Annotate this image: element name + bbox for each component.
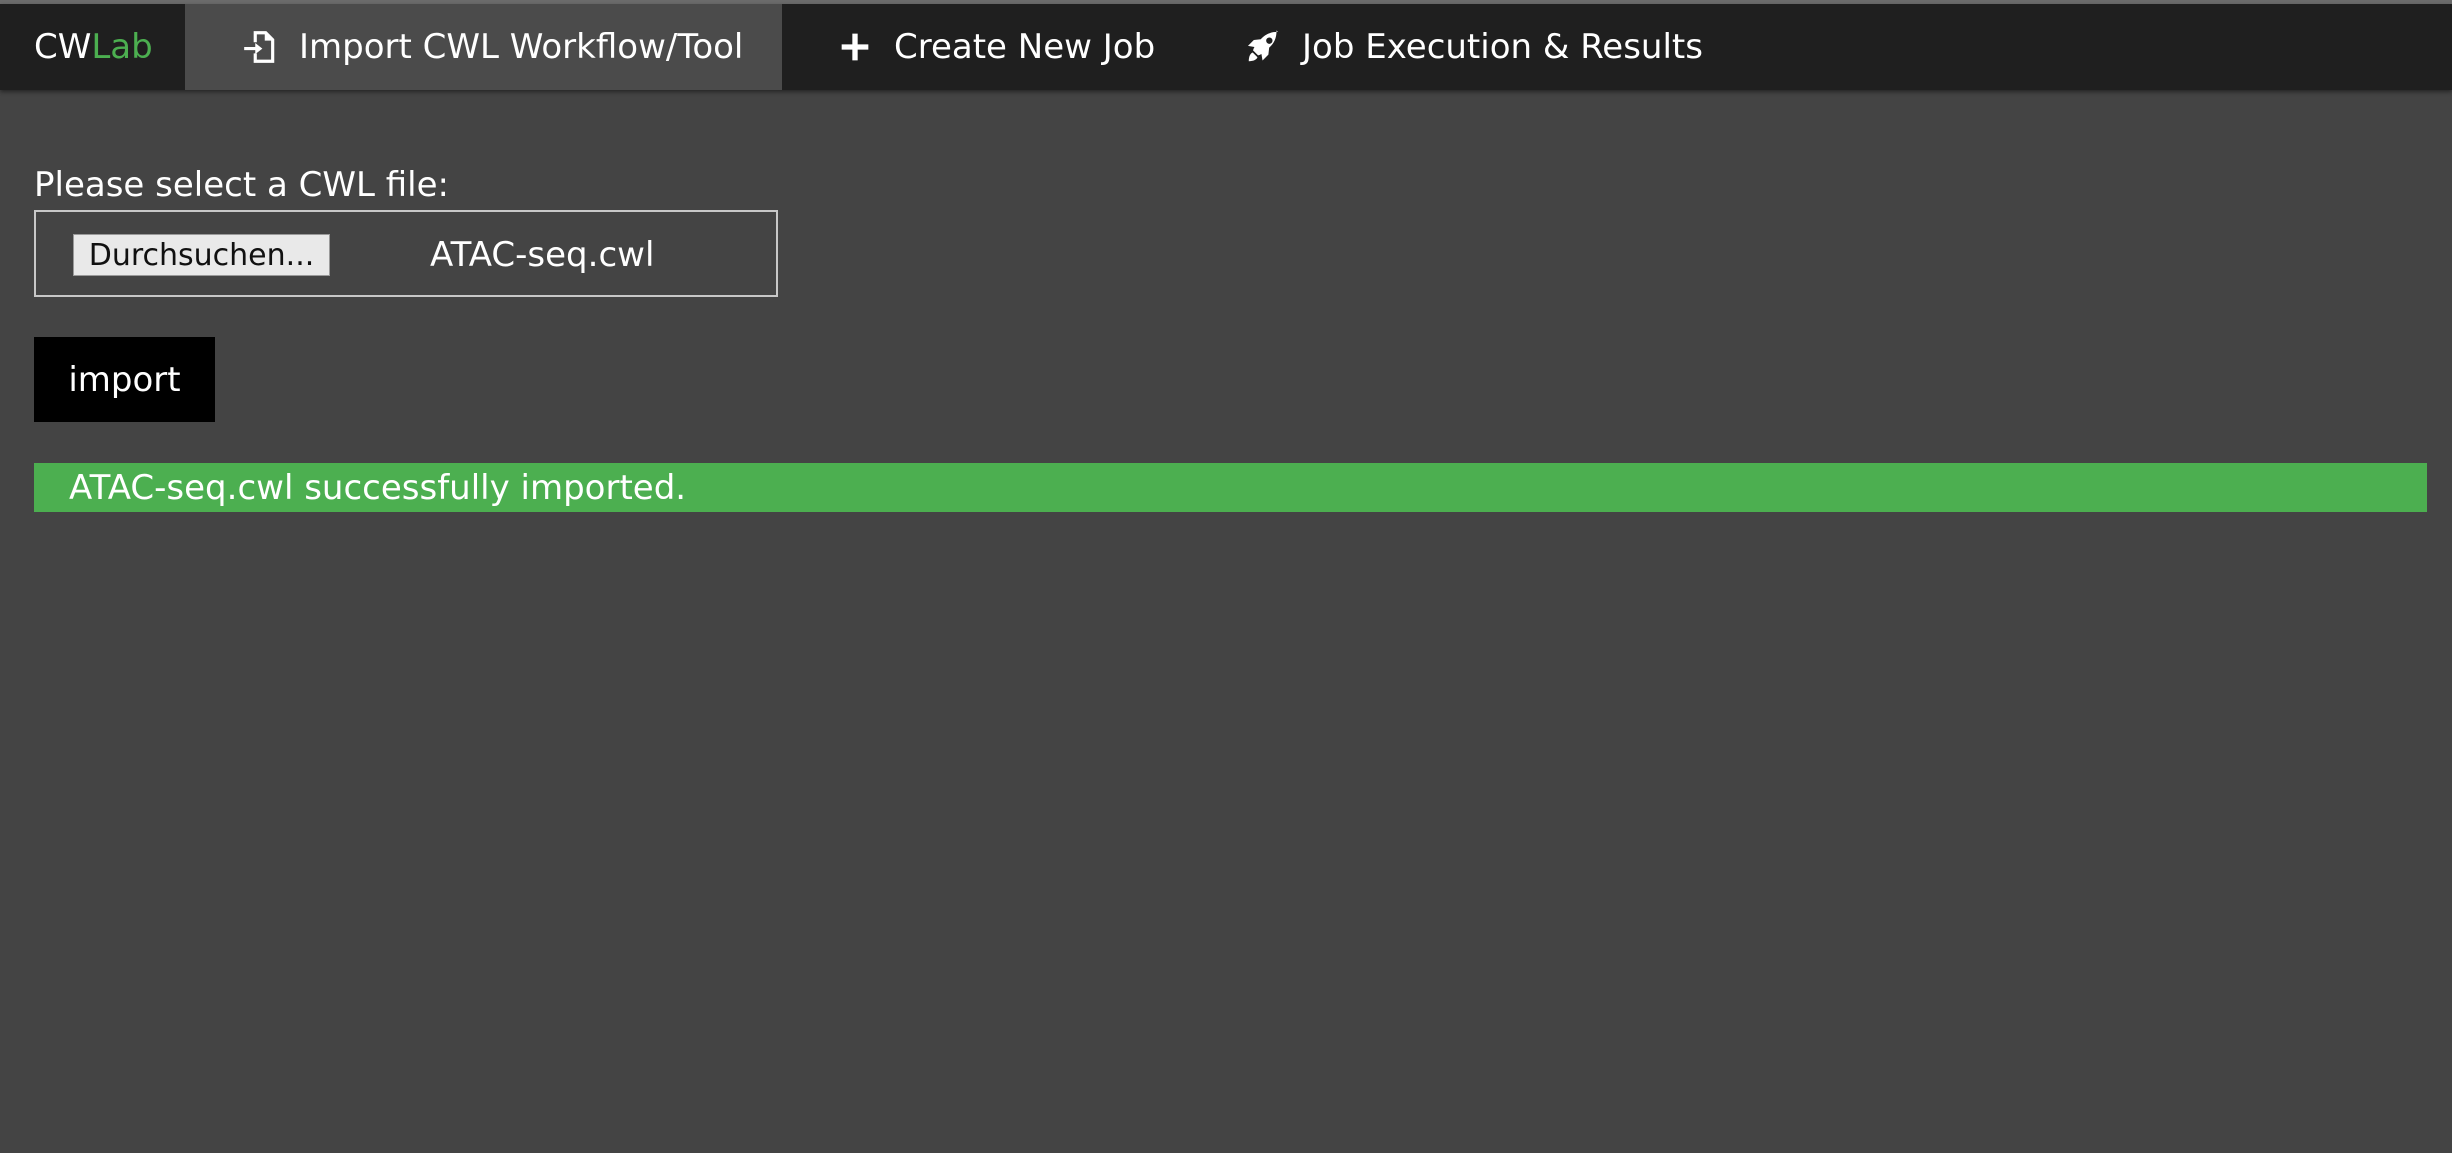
selected-file-name: ATAC-seq.cwl bbox=[430, 235, 655, 275]
tab-jobs-label: Job Execution & Results bbox=[1302, 27, 1703, 67]
top-navbar: CW Lab Import CWL Workflow/Tool Create Ne… bbox=[0, 4, 2452, 90]
tab-import-label: Import CWL Workflow/Tool bbox=[299, 27, 744, 67]
tab-create-job[interactable]: Create New Job bbox=[836, 4, 1155, 90]
tab-create-label: Create New Job bbox=[894, 27, 1156, 67]
browse-button[interactable]: Durchsuchen... bbox=[73, 234, 330, 276]
import-button[interactable]: import bbox=[34, 337, 215, 422]
brand-logo[interactable]: CW Lab bbox=[34, 4, 153, 90]
tab-job-execution[interactable]: Job Execution & Results bbox=[1244, 4, 1703, 90]
brand-prefix: CW bbox=[34, 27, 92, 67]
brand-suffix: Lab bbox=[91, 27, 153, 67]
rocket-icon bbox=[1244, 28, 1282, 66]
plus-icon bbox=[836, 28, 874, 66]
file-select-label: Please select a CWL file: bbox=[34, 165, 449, 205]
tab-import-cwl[interactable]: Import CWL Workflow/Tool bbox=[185, 4, 782, 90]
file-import-icon bbox=[241, 28, 279, 66]
file-input[interactable]: Durchsuchen... ATAC-seq.cwl bbox=[34, 210, 778, 297]
success-message: ATAC-seq.cwl successfully imported. bbox=[34, 463, 2427, 512]
